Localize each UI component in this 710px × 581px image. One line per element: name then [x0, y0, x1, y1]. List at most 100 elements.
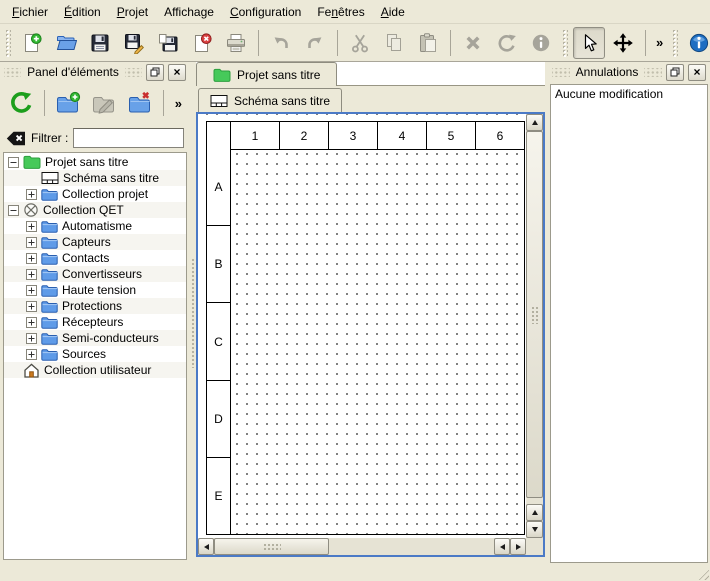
toolbar-extension-button[interactable]: » [652, 35, 667, 50]
expand-icon[interactable] [26, 221, 37, 232]
toolbar-handle[interactable] [672, 29, 678, 57]
expand-icon[interactable] [26, 189, 37, 200]
column-header: 3 [329, 122, 378, 149]
expand-icon[interactable] [26, 285, 37, 296]
save-button[interactable] [84, 27, 116, 59]
tree-item[interactable]: Schéma sans titre [4, 170, 186, 186]
up-arrow-icon [532, 120, 538, 125]
menu-projet[interactable]: Projet [109, 0, 156, 23]
expand-icon[interactable] [26, 301, 37, 312]
horizontal-scroll-thumb[interactable] [214, 538, 329, 555]
toolbar-handle[interactable] [562, 29, 568, 57]
tree-item-label: Projet sans titre [45, 155, 128, 169]
expand-icon[interactable] [26, 317, 37, 328]
expand-icon[interactable] [26, 253, 37, 264]
float-dock-button[interactable] [666, 64, 684, 81]
tab-project[interactable]: Projet sans titre [196, 62, 337, 86]
menu-configuration[interactable]: Configuration [222, 0, 309, 23]
vertical-scroll-thumb[interactable] [526, 131, 543, 498]
rotate-button [491, 27, 523, 59]
clear-filter-button[interactable] [6, 131, 26, 146]
scroll-down-button[interactable] [526, 521, 543, 538]
menu-fenetres[interactable]: Fenêtres [309, 0, 372, 23]
project-folder-icon [213, 68, 231, 82]
tree-item[interactable]: Automatisme [4, 218, 186, 234]
pan-mode-button[interactable] [607, 27, 639, 59]
tree-item[interactable]: Collection utilisateur [4, 362, 186, 378]
vertical-scrollbar[interactable] [526, 114, 543, 538]
undo-icon [270, 32, 292, 54]
close-file-button[interactable] [186, 27, 218, 59]
scroll-left-button[interactable] [198, 538, 214, 555]
tree-item[interactable]: Récepteurs [4, 314, 186, 330]
resize-grip[interactable] [696, 567, 709, 580]
new-document-icon [21, 32, 43, 54]
scrollbar-corner [526, 538, 543, 555]
scroll-up-button-2[interactable] [526, 504, 543, 521]
folder-icon [41, 252, 58, 265]
pointer-icon [578, 32, 600, 54]
about-button[interactable] [683, 27, 710, 59]
save-all-button[interactable] [152, 27, 184, 59]
save-as-button[interactable] [118, 27, 150, 59]
scroll-right-button[interactable] [510, 538, 526, 555]
select-mode-button[interactable] [573, 27, 605, 59]
new-document-button[interactable] [16, 27, 48, 59]
scroll-track[interactable] [329, 538, 494, 555]
expand-icon[interactable] [26, 349, 37, 360]
tree-item[interactable]: Haute tension [4, 282, 186, 298]
column-header: 2 [280, 122, 329, 149]
new-category-button[interactable] [51, 86, 85, 120]
column-header: 5 [427, 122, 476, 149]
edit-category-button [87, 86, 121, 120]
delete-category-button[interactable] [123, 86, 157, 120]
menu-fichier[interactable]: Fichier [4, 0, 56, 23]
diagram-canvas[interactable]: 123456 ABCDE [198, 114, 526, 538]
cut-button [344, 27, 376, 59]
tab-schema[interactable]: Schéma sans titre [198, 88, 342, 112]
tree-item[interactable]: Projet sans titre [4, 154, 186, 170]
thumb-grip [531, 306, 539, 324]
frame-corner-cell [207, 122, 231, 149]
scroll-left-button-2[interactable] [494, 538, 510, 555]
collapse-icon[interactable] [8, 205, 19, 216]
menu-aide[interactable]: Aide [373, 0, 413, 23]
scroll-up-button[interactable] [526, 114, 543, 131]
undo-panel-titlebar[interactable]: Annulations × [548, 62, 710, 82]
toolbar-separator [163, 90, 164, 116]
tree-item[interactable]: Capteurs [4, 234, 186, 250]
undo-panel-dock: Annulations × Aucune modification [548, 62, 710, 563]
horizontal-scrollbar[interactable] [198, 538, 526, 555]
menu-edition[interactable]: Édition [56, 0, 109, 23]
collapse-icon[interactable] [8, 157, 19, 168]
tree-item[interactable]: Collection QET [4, 202, 186, 218]
info-blue-icon [688, 32, 710, 54]
open-button[interactable] [50, 27, 82, 59]
tree-item[interactable]: Sources [4, 346, 186, 362]
expand-icon[interactable] [26, 269, 37, 280]
toolbar-extension-button[interactable]: » [171, 96, 186, 111]
print-button[interactable] [220, 27, 252, 59]
move-icon [612, 32, 634, 54]
menu-affichage[interactable]: Affichage [156, 0, 222, 23]
toolbar-handle[interactable] [5, 29, 11, 57]
diagram-view[interactable]: 123456 ABCDE [196, 112, 545, 557]
tree-item[interactable]: Convertisseurs [4, 266, 186, 282]
filter-input[interactable] [73, 128, 184, 148]
float-dock-button[interactable] [146, 64, 164, 81]
close-dock-button[interactable]: × [688, 64, 706, 81]
elements-panel-titlebar[interactable]: Panel d'éléments × [0, 62, 190, 82]
tree-item[interactable]: Contacts [4, 250, 186, 266]
close-dock-button[interactable]: × [168, 64, 186, 81]
tree-item[interactable]: Collection projet [4, 186, 186, 202]
undo-list-item[interactable]: Aucune modification [551, 85, 707, 103]
folder-icon [41, 300, 58, 313]
toolbar-separator [450, 30, 451, 56]
expand-icon[interactable] [26, 237, 37, 248]
expand-icon[interactable] [26, 333, 37, 344]
reload-collections-button[interactable] [4, 86, 38, 120]
tree-item[interactable]: Semi-conducteurs [4, 330, 186, 346]
tree-item[interactable]: Protections [4, 298, 186, 314]
dock-title-texture [552, 68, 570, 77]
tree-item-label: Protections [62, 299, 122, 313]
